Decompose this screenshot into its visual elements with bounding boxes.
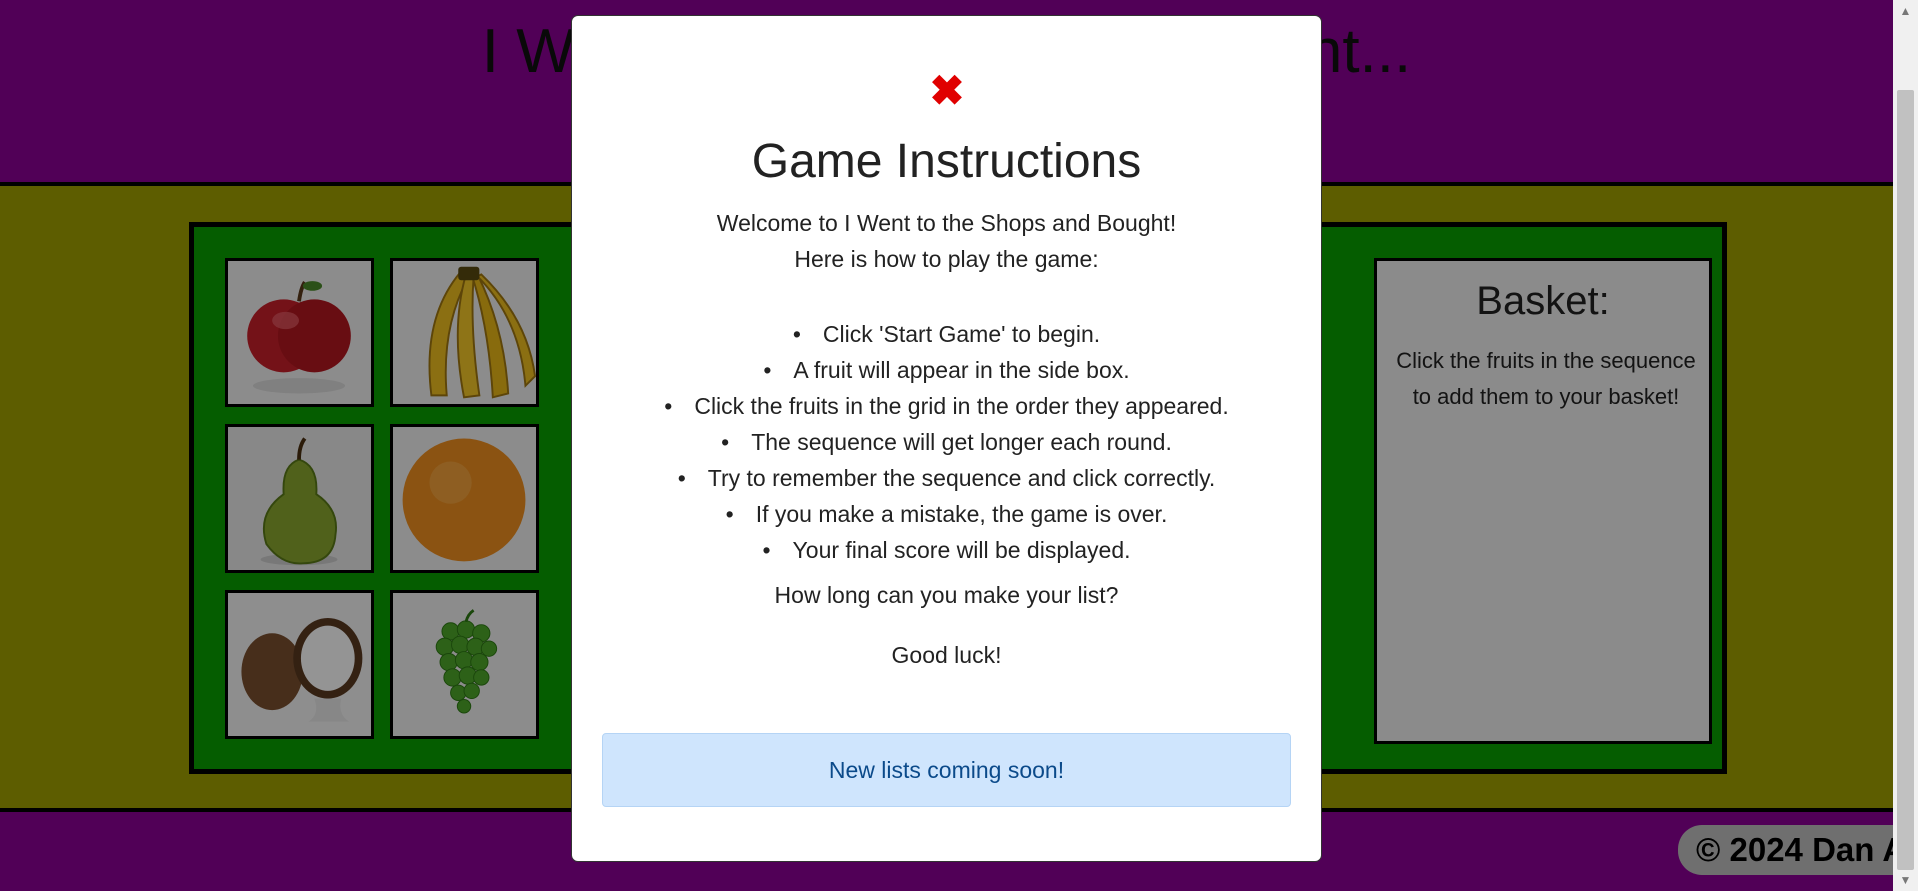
modal-title: Game Instructions xyxy=(751,135,1142,188)
new-lists-notice: New lists coming soon! xyxy=(602,733,1291,807)
list-question: How long can you make your list? xyxy=(774,582,1119,608)
list-item: Click 'Start Game' to begin. xyxy=(572,316,1321,352)
instructions-modal: ✖ Game Instructions Welcome to I Went to… xyxy=(571,15,1322,862)
list-item: Click the fruits in the grid in the orde… xyxy=(572,388,1321,424)
list-item: Try to remember the sequence and click c… xyxy=(572,460,1321,496)
scroll-down-arrow-icon[interactable]: ▼ xyxy=(1893,869,1918,891)
list-item: If you make a mistake, the game is over. xyxy=(572,496,1321,532)
vertical-scrollbar[interactable]: ▲ ▼ xyxy=(1893,0,1918,891)
intro-how-to-play: Here is how to play the game: xyxy=(794,246,1099,272)
close-icon[interactable]: ✖ xyxy=(927,70,967,112)
modal-backdrop[interactable]: ✖ Game Instructions Welcome to I Went to… xyxy=(0,0,1893,891)
page: I Went to the Shops and Bought... xyxy=(0,0,1918,891)
good-luck-text: Good luck! xyxy=(891,642,1002,668)
intro-welcome: Welcome to I Went to the Shops and Bough… xyxy=(716,210,1177,236)
scroll-up-arrow-icon[interactable]: ▲ xyxy=(1893,0,1918,22)
list-item: A fruit will appear in the side box. xyxy=(572,352,1321,388)
instruction-list: Click 'Start Game' to begin. A fruit wil… xyxy=(572,316,1321,568)
list-item: Your final score will be displayed. xyxy=(572,532,1321,568)
list-item: The sequence will get longer each round. xyxy=(572,424,1321,460)
scroll-thumb[interactable] xyxy=(1897,90,1914,870)
